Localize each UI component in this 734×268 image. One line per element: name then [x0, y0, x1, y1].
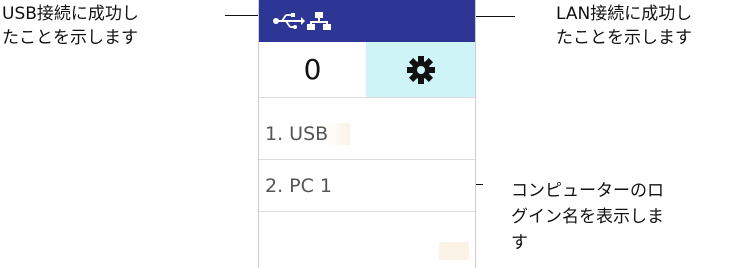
login-name-callout: コンピューターのロ グイン名を表示しま す: [511, 178, 664, 256]
list-item-highlight: [439, 242, 469, 260]
list-item-label: 1. USB: [265, 122, 351, 145]
login-callout-line1: コンピューターのロ: [511, 181, 664, 201]
device-screen: 0 1. USB 2. PC 1: [258, 0, 476, 268]
login-callout-line3: す: [511, 233, 528, 253]
usb-callout-line2: たことを示します: [2, 28, 138, 48]
lan-callout: LAN接続に成功し たことを示します: [556, 2, 692, 50]
list-item-empty[interactable]: [259, 212, 475, 264]
list-item-usb[interactable]: 1. USB: [259, 108, 475, 160]
usb-icon: [273, 13, 305, 29]
lan-callout-line1: LAN接続に成功し: [556, 4, 693, 24]
usb-callout-line1: USB接続に成功し: [2, 4, 139, 24]
counter-value: 0: [259, 42, 366, 98]
lan-network-icon: [307, 12, 331, 30]
lan-callout-line2: たことを示します: [556, 28, 692, 48]
login-callout-line2: グイン名を表示しま: [511, 207, 664, 227]
counter-row: 0: [259, 42, 475, 98]
settings-button[interactable]: [366, 42, 475, 98]
gear-icon: [406, 55, 435, 84]
status-bar: [259, 0, 475, 42]
usb-callout: USB接続に成功し たことを示します: [2, 2, 139, 50]
list-item-pc1[interactable]: 2. PC 1: [259, 160, 475, 212]
list-item-label: 2. PC 1: [265, 174, 333, 197]
annotated-screen-figure: USB接続に成功し たことを示します LAN接続に成功し たことを示します コン…: [0, 0, 734, 268]
